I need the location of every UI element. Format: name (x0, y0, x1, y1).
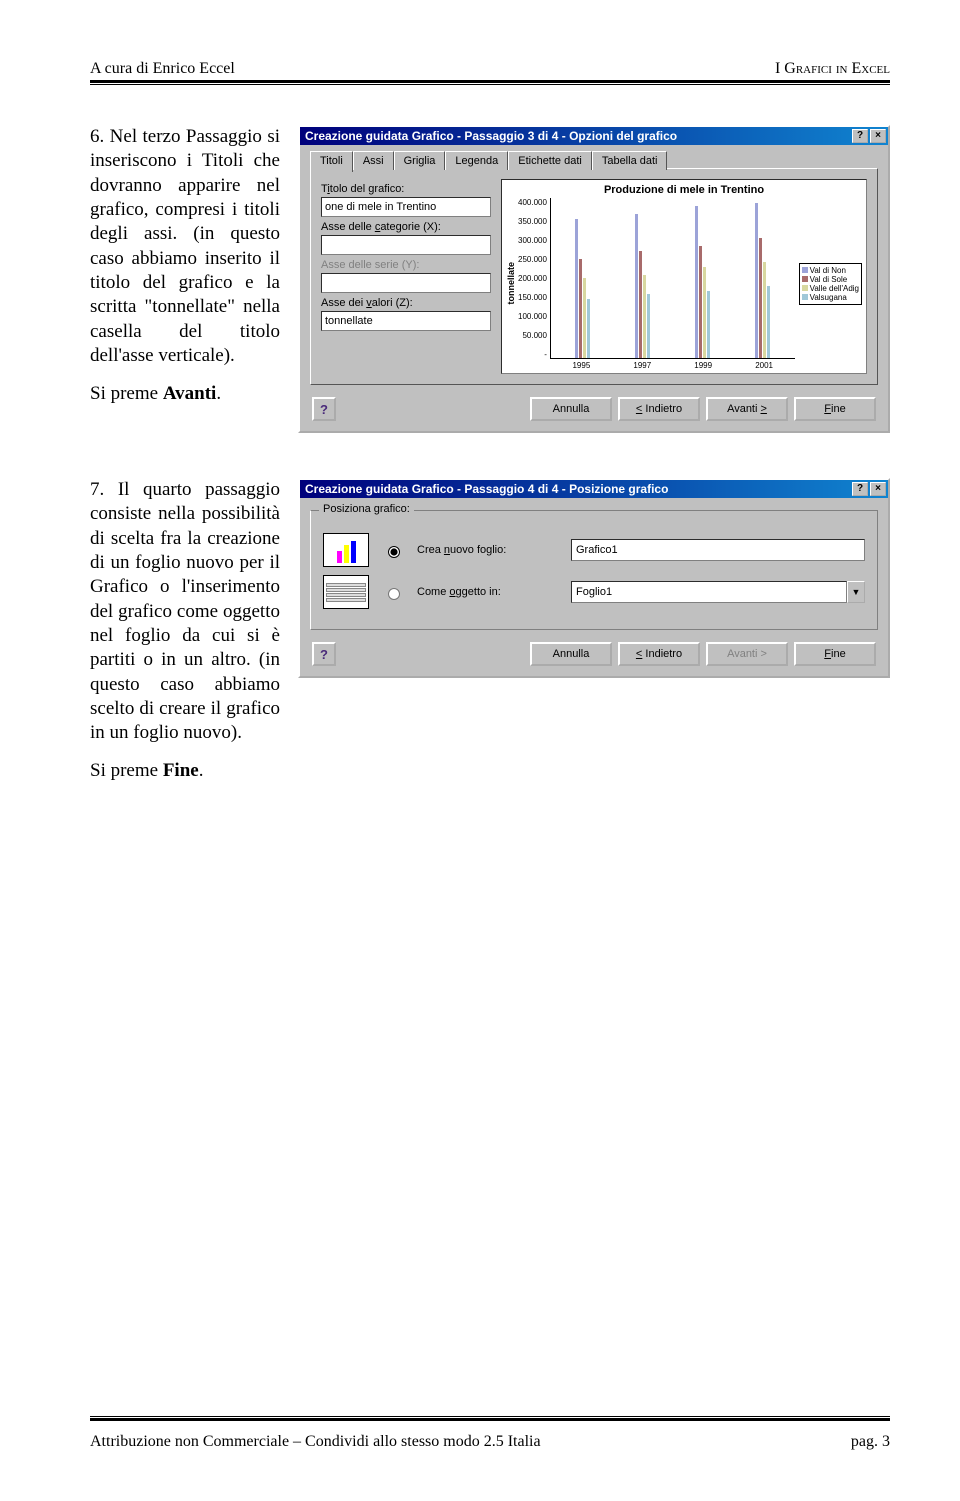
header-left: A cura di Enrico Eccel (90, 60, 235, 78)
tab-strip: Titoli Assi Griglia Legenda Etichette da… (310, 151, 878, 170)
radio-oggetto-in[interactable] (388, 588, 400, 600)
rule-bottom (90, 1416, 890, 1421)
dialog-step3: Creazione guidata Grafico - Passaggio 3 … (298, 125, 890, 433)
dialog-title-3: Creazione guidata Grafico - Passaggio 3 … (305, 129, 677, 143)
fine-button[interactable]: Fine (794, 642, 876, 666)
lbl-nuovo-foglio: Crea nuovo foglio: (417, 544, 557, 556)
chevron-down-icon[interactable]: ▼ (847, 581, 865, 603)
group-posiziona: Posiziona grafico: Crea nuovo foglio: (310, 510, 878, 630)
input-asse-x[interactable] (321, 235, 491, 255)
input-nuovo-foglio[interactable] (571, 539, 865, 561)
avanti-button[interactable]: Avanti > (706, 397, 788, 421)
lbl-titolo-grafico: Titolo del grafico: (321, 183, 491, 195)
tab-etichette[interactable]: Etichette dati (508, 151, 592, 170)
icon-as-object (323, 575, 369, 609)
tab-legenda[interactable]: Legenda (445, 151, 508, 170)
lbl-asse-x: Asse delle categorie (X): (321, 221, 491, 233)
chart-yaxis: 400.000350.000300.000250.000 200.000150.… (518, 198, 550, 369)
tab-titoli[interactable]: Titoli (310, 151, 353, 172)
select-foglio[interactable] (571, 581, 847, 603)
num-6: 6. (90, 126, 104, 147)
radio-nuovo-foglio[interactable] (388, 546, 400, 558)
chart-plot: 1995 1997 1999 2001 (550, 198, 795, 359)
lbl-asse-z: Asse dei valori (Z): (321, 297, 491, 309)
titlebar-step4: Creazione guidata Grafico - Passaggio 4 … (300, 480, 888, 498)
close-icon[interactable]: × (870, 129, 886, 143)
tab-griglia[interactable]: Griglia (394, 151, 446, 170)
tab-tabella[interactable]: Tabella dati (592, 151, 668, 170)
fine-button[interactable]: Fine (794, 397, 876, 421)
input-asse-z[interactable] (321, 311, 491, 331)
dialog-title-4: Creazione guidata Grafico - Passaggio 4 … (305, 482, 668, 496)
footer-right: pag. 3 (851, 1433, 890, 1451)
input-asse-y[interactable] (321, 273, 491, 293)
help-button[interactable]: ? (312, 642, 336, 666)
chart-title: Produzione di mele in Trentino (506, 184, 862, 196)
rule-top (90, 80, 890, 85)
footer-left: Attribuzione non Commerciale – Condividi… (90, 1433, 541, 1451)
tab-assi[interactable]: Assi (353, 151, 394, 170)
avanti-button-disabled: Avanti > (706, 642, 788, 666)
header-right: I Grafici in Excel (775, 60, 890, 78)
titlebar-step3: Creazione guidata Grafico - Passaggio 3 … (300, 127, 888, 145)
chart-preview: Produzione di mele in Trentino tonnellat… (501, 179, 867, 374)
lbl-oggetto-in: Come oggetto in: (417, 586, 557, 598)
help-icon[interactable]: ? (852, 129, 868, 143)
chart-legend: Val di Non Val di Sole Valle dell'Adig V… (799, 263, 862, 305)
input-titolo-grafico[interactable] (321, 197, 491, 217)
para-6: 6. Nel terzo Passaggio si inseriscono i … (90, 125, 280, 420)
para-7: 7. Il quarto passaggio consiste nella po… (90, 478, 280, 798)
annulla-button[interactable]: Annulla (530, 642, 612, 666)
lbl-asse-y: Asse delle serie (Y): (321, 259, 491, 271)
help-icon[interactable]: ? (852, 482, 868, 496)
dialog-step4: Creazione guidata Grafico - Passaggio 4 … (298, 478, 890, 678)
help-button[interactable]: ? (312, 397, 336, 421)
close-icon[interactable]: × (870, 482, 886, 496)
icon-new-sheet (323, 533, 369, 567)
chart-ylabel: tonnellate (506, 198, 518, 369)
group-label: Posiziona grafico: (319, 503, 414, 515)
indietro-button[interactable]: < Indietro (618, 642, 700, 666)
num-7: 7. (90, 479, 104, 500)
annulla-button[interactable]: Annulla (530, 397, 612, 421)
indietro-button[interactable]: < Indietro (618, 397, 700, 421)
